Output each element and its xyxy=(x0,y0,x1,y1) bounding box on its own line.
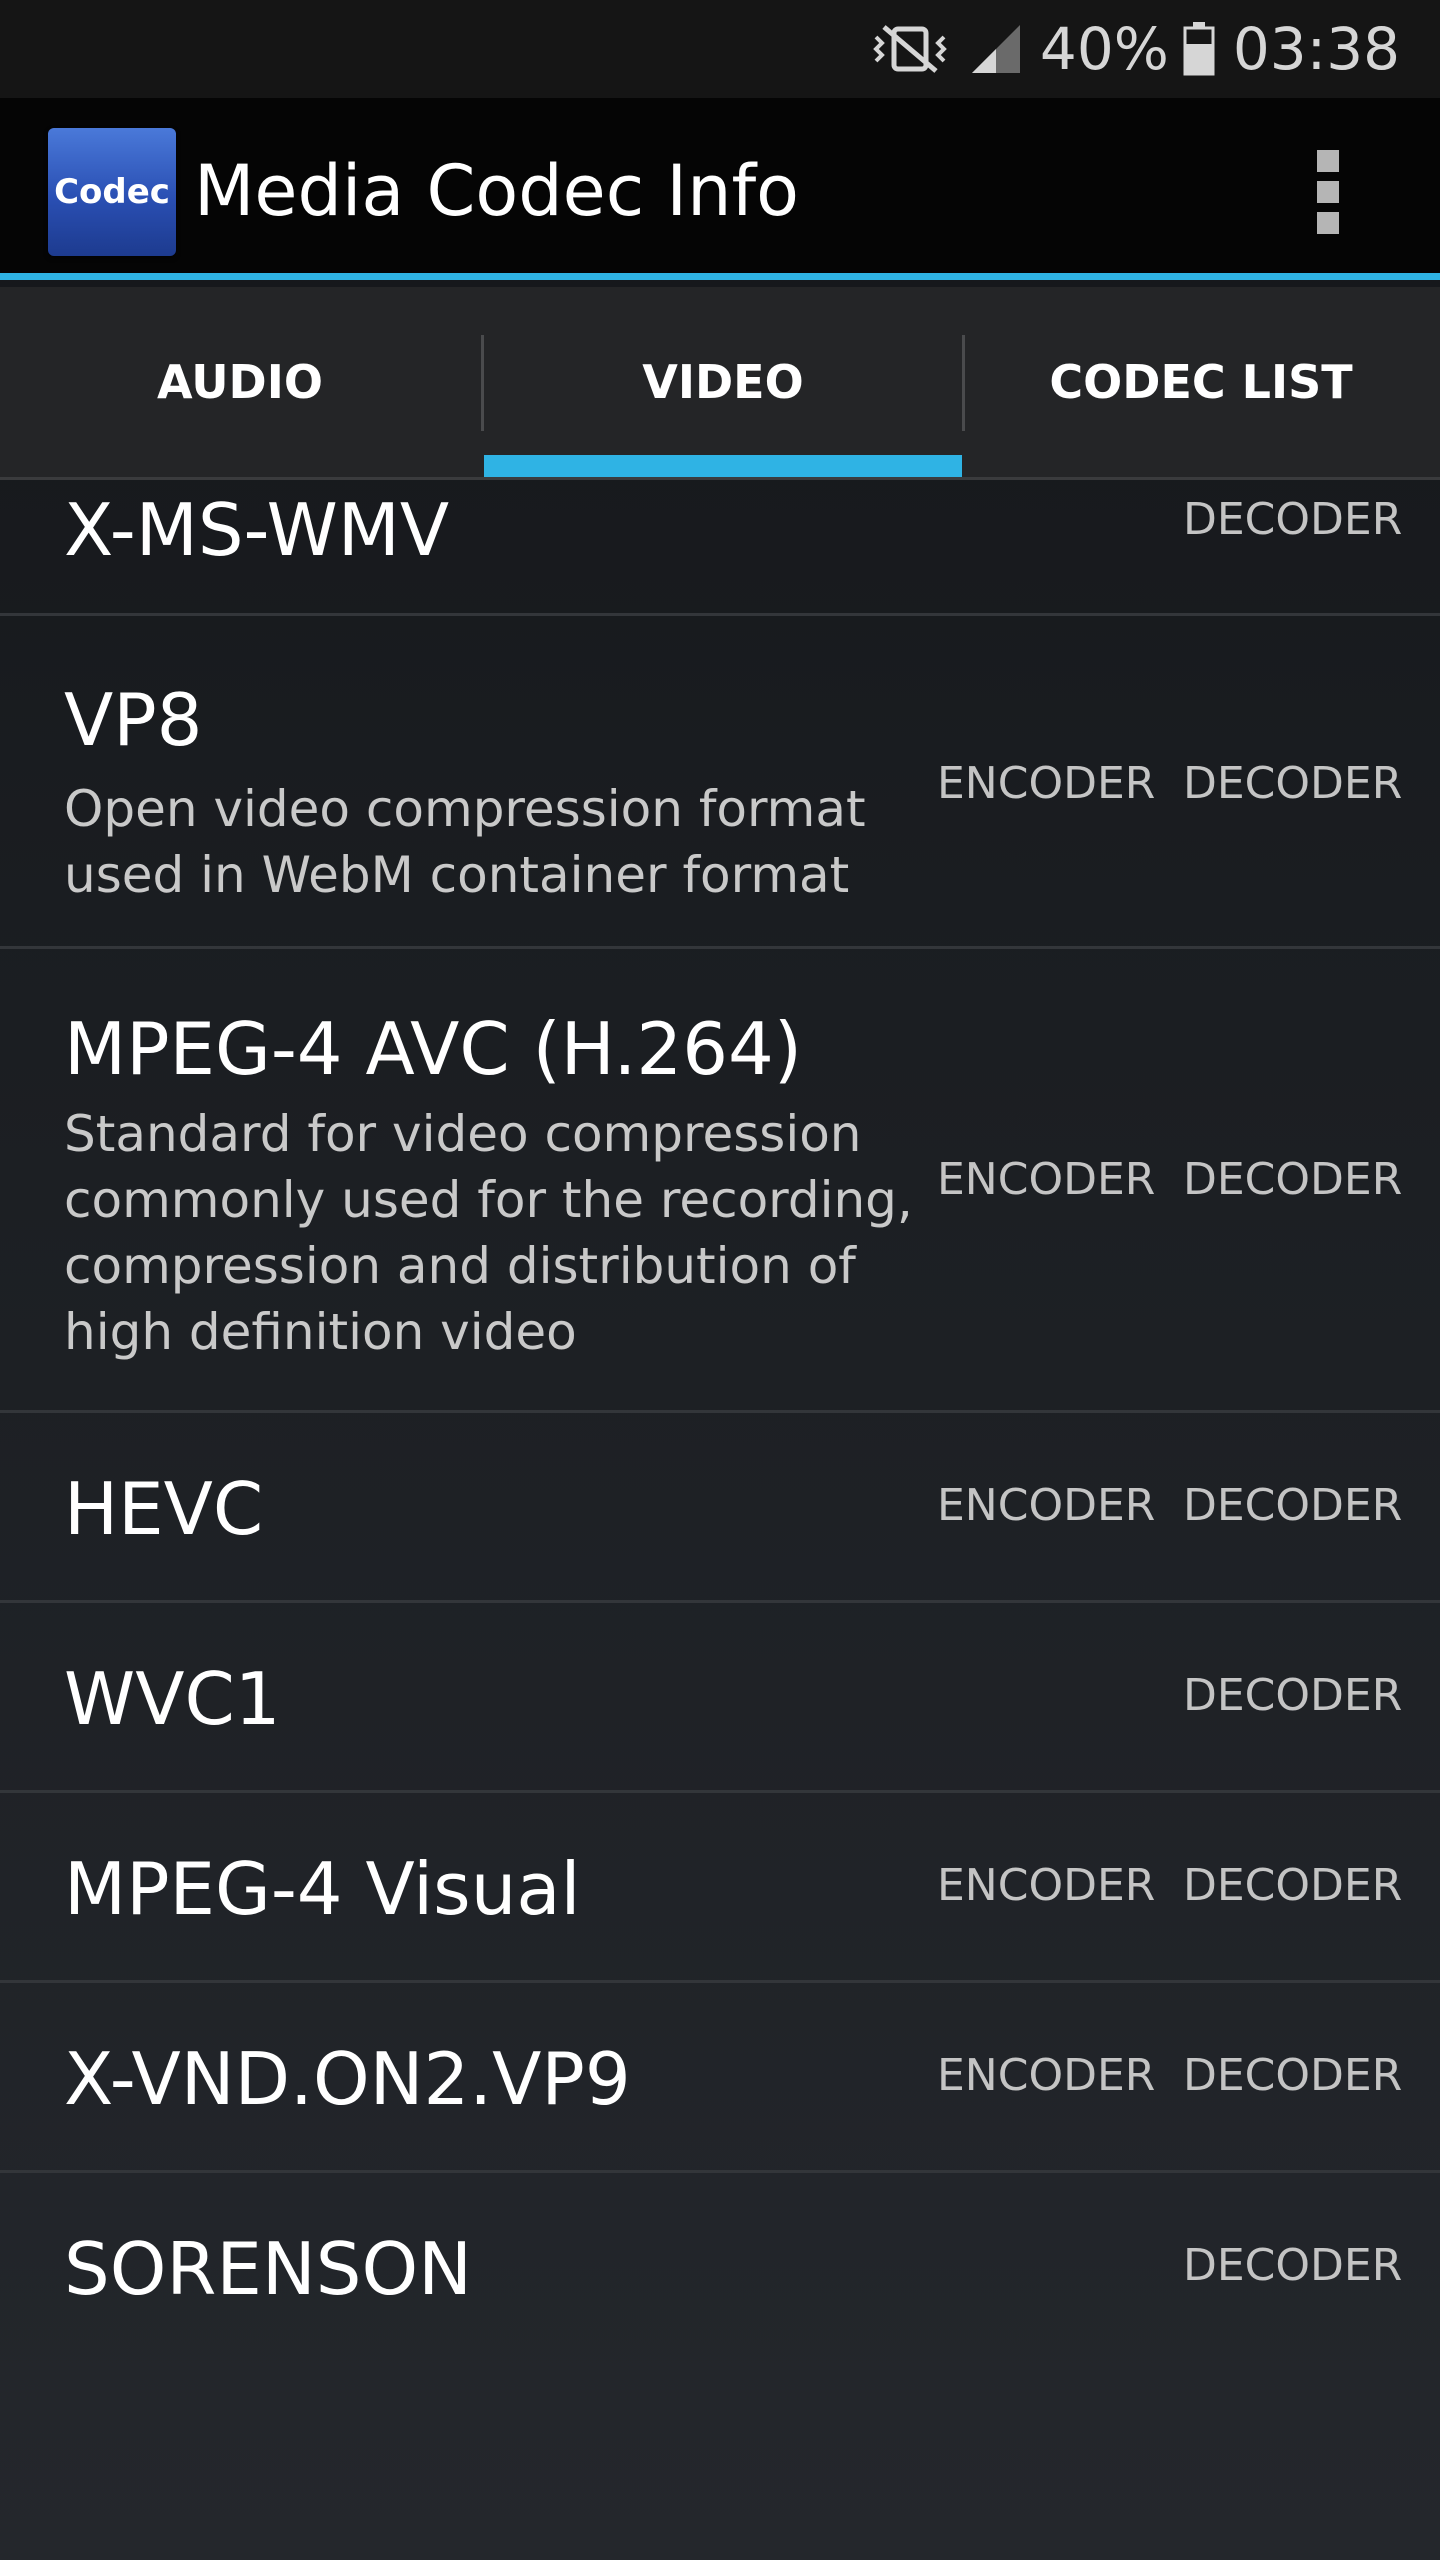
overflow-menu-icon[interactable] xyxy=(1304,150,1352,234)
codec-list[interactable]: X-MS-WMV DECODER VP8 Open video compress… xyxy=(0,480,1440,2560)
decoder-badge: DECODER xyxy=(1183,1480,1403,1531)
decoder-badge: DECODER xyxy=(1183,758,1403,809)
codec-description: Open video compression format used in We… xyxy=(64,780,866,904)
codec-name: X-VND.ON2.VP9 xyxy=(64,2037,631,2121)
signal-icon xyxy=(970,23,1022,75)
codec-name: X-MS-WMV xyxy=(64,488,450,572)
decoder-badge: DECODER xyxy=(1183,1860,1403,1911)
tab-video[interactable]: VIDEO xyxy=(484,287,962,477)
decoder-badge: DECODER xyxy=(1183,494,1403,545)
decoder-badge: DECODER xyxy=(1183,2240,1403,2291)
encoder-badge: ENCODER xyxy=(937,1860,1156,1911)
tab-bar: AUDIO VIDEO CODEC LIST xyxy=(0,287,1440,480)
battery-icon xyxy=(1183,22,1215,76)
codec-row-wvc1[interactable]: WVC1 DECODER xyxy=(0,1603,1440,1793)
decoder-badge: DECODER xyxy=(1183,2050,1403,2101)
tab-codec-list[interactable]: CODEC LIST xyxy=(962,287,1440,477)
codec-name: HEVC xyxy=(64,1467,264,1551)
selected-tab-indicator xyxy=(484,455,962,477)
codec-row-mpeg4-visual[interactable]: MPEG-4 Visual ENCODER DECODER xyxy=(0,1793,1440,1983)
codec-name: VP8 xyxy=(64,678,203,762)
codec-row-hevc[interactable]: HEVC ENCODER DECODER xyxy=(0,1413,1440,1603)
app-bar: Codec Media Codec Info xyxy=(0,98,1440,280)
encoder-badge: ENCODER xyxy=(937,758,1156,809)
clock: 03:38 xyxy=(1232,15,1400,83)
app-logo-text: Codec xyxy=(54,172,170,212)
decoder-badge: DECODER xyxy=(1183,1670,1403,1721)
codec-name: MPEG-4 AVC (H.264) xyxy=(64,1007,802,1091)
vibrate-icon xyxy=(872,23,948,75)
codec-name: WVC1 xyxy=(64,1657,281,1741)
status-bar: 40% 03:38 xyxy=(0,0,1440,98)
codec-row-mpeg4-avc[interactable]: MPEG-4 AVC (H.264) Standard for video co… xyxy=(0,949,1440,1413)
codec-row-vp8[interactable]: VP8 Open video compression format used i… xyxy=(0,616,1440,949)
app-logo-icon[interactable]: Codec xyxy=(48,128,176,256)
codec-description: Standard for video compression commonly … xyxy=(64,1105,913,1361)
codec-row-x-ms-wmv[interactable]: X-MS-WMV DECODER xyxy=(0,480,1440,616)
codec-name: MPEG-4 Visual xyxy=(64,1847,581,1931)
tab-audio[interactable]: AUDIO xyxy=(0,287,480,477)
codec-row-vp9[interactable]: X-VND.ON2.VP9 ENCODER DECODER xyxy=(0,1983,1440,2173)
encoder-badge: ENCODER xyxy=(937,2050,1156,2101)
screen: 40% 03:38 Codec Media Codec Info AUDIO V… xyxy=(0,0,1440,2560)
codec-row-sorenson[interactable]: SORENSON DECODER xyxy=(0,2173,1440,2363)
codec-name: SORENSON xyxy=(64,2227,472,2311)
encoder-badge: ENCODER xyxy=(937,1480,1156,1531)
decoder-badge: DECODER xyxy=(1183,1154,1403,1205)
battery-percent: 40% xyxy=(1039,15,1169,83)
app-title: Media Codec Info xyxy=(194,150,799,232)
encoder-badge: ENCODER xyxy=(937,1154,1156,1205)
